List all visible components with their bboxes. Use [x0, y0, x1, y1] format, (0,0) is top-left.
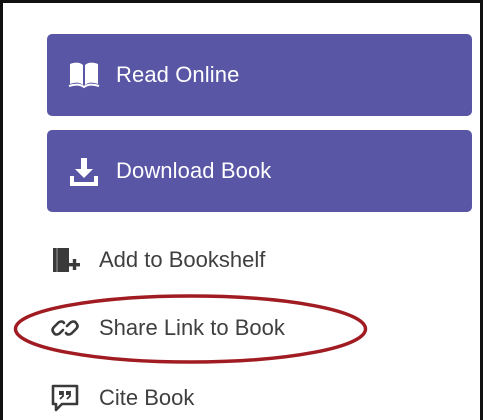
- cite-book-link[interactable]: Cite Book: [47, 378, 194, 418]
- download-book-label: Download Book: [116, 158, 272, 183]
- open-book-icon: [67, 58, 101, 92]
- share-link-label: Share Link to Book: [99, 315, 285, 340]
- share-link-to-book-link[interactable]: Share Link to Book: [47, 308, 285, 348]
- add-to-bookshelf-label: Add to Bookshelf: [99, 247, 266, 272]
- download-icon: [67, 154, 101, 188]
- read-online-button[interactable]: Read Online: [47, 34, 472, 116]
- download-book-button[interactable]: Download Book: [47, 130, 472, 212]
- add-to-bookshelf-link[interactable]: Add to Bookshelf: [47, 240, 265, 280]
- quote-bubble-icon: [47, 380, 83, 416]
- book-actions-panel: Read Online Download Book Add to Bookshe…: [0, 0, 483, 420]
- add-to-shelf-icon: [47, 242, 83, 278]
- cite-book-label: Cite Book: [99, 385, 195, 410]
- link-icon: [47, 310, 83, 346]
- read-online-label: Read Online: [116, 62, 240, 87]
